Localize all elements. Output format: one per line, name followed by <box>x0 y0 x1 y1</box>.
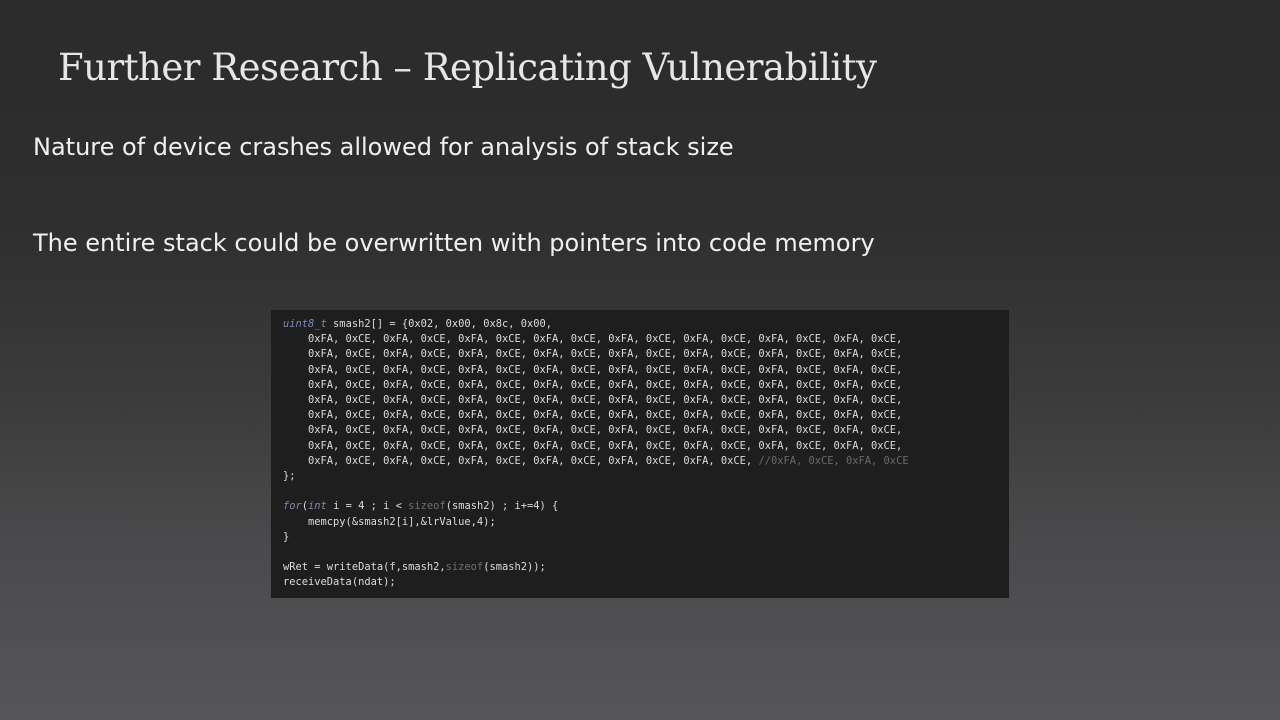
code-line-hex-row: 0xFA, 0xCE, 0xFA, 0xCE, 0xFA, 0xCE, 0xFA… <box>283 348 903 361</box>
code-line-close-brace: }; <box>283 470 296 483</box>
code-line-hex-row-last: 0xFA, 0xCE, 0xFA, 0xCE, 0xFA, 0xCE, 0xFA… <box>283 454 909 467</box>
code-line-declaration: uint8_t smash2[] = {0x02, 0x00, 0x8c, 0x… <box>283 318 553 330</box>
code-line-hex-row: 0xFA, 0xCE, 0xFA, 0xCE, 0xFA, 0xCE, 0xFA… <box>283 363 903 376</box>
code-line-loop-close: } <box>283 530 290 543</box>
bullet-stack-overwrite: The entire stack could be overwritten wi… <box>33 229 875 257</box>
sizeof-keyword: sizeof <box>408 500 446 513</box>
code-line-receive: receiveData(ndat); <box>283 576 396 589</box>
code-line-wret: wRet = writeData(f,smash2,sizeof(smash2)… <box>283 561 546 574</box>
int-keyword: int <box>308 500 327 513</box>
code-text: uint8_t smash2[] = {0x02, 0x00, 0x8c, 0x… <box>283 317 1009 591</box>
code-line-hex-row: 0xFA, 0xCE, 0xFA, 0xCE, 0xFA, 0xCE, 0xFA… <box>283 439 903 452</box>
code-snippet: uint8_t smash2[] = {0x02, 0x00, 0x8c, 0x… <box>271 310 1009 598</box>
code-line-memcpy: memcpy(&smash2[i],&lrValue,4); <box>283 515 496 528</box>
code-line-hex-row: 0xFA, 0xCE, 0xFA, 0xCE, 0xFA, 0xCE, 0xFA… <box>283 409 903 422</box>
code-line-hex-row: 0xFA, 0xCE, 0xFA, 0xCE, 0xFA, 0xCE, 0xFA… <box>283 378 903 391</box>
slide-title: Further Research – Replicating Vulnerabi… <box>58 46 877 89</box>
sizeof-keyword: sizeof <box>445 561 484 574</box>
code-line-hex-row: 0xFA, 0xCE, 0xFA, 0xCE, 0xFA, 0xCE, 0xFA… <box>283 394 903 407</box>
for-keyword: for <box>283 500 302 513</box>
code-comment: //0xFA, 0xCE, 0xFA, 0xCE <box>758 454 909 467</box>
code-line-hex-row: 0xFA, 0xCE, 0xFA, 0xCE, 0xFA, 0xCE, 0xFA… <box>283 424 903 437</box>
code-line-hex-row: 0xFA, 0xCE, 0xFA, 0xCE, 0xFA, 0xCE, 0xFA… <box>283 333 903 346</box>
type-keyword: uint8_t <box>283 318 327 330</box>
bullet-stack-size: Nature of device crashes allowed for ana… <box>33 133 734 161</box>
code-line-for-loop: for(int i = 4 ; i < sizeof(smash2) ; i+=… <box>283 500 559 513</box>
